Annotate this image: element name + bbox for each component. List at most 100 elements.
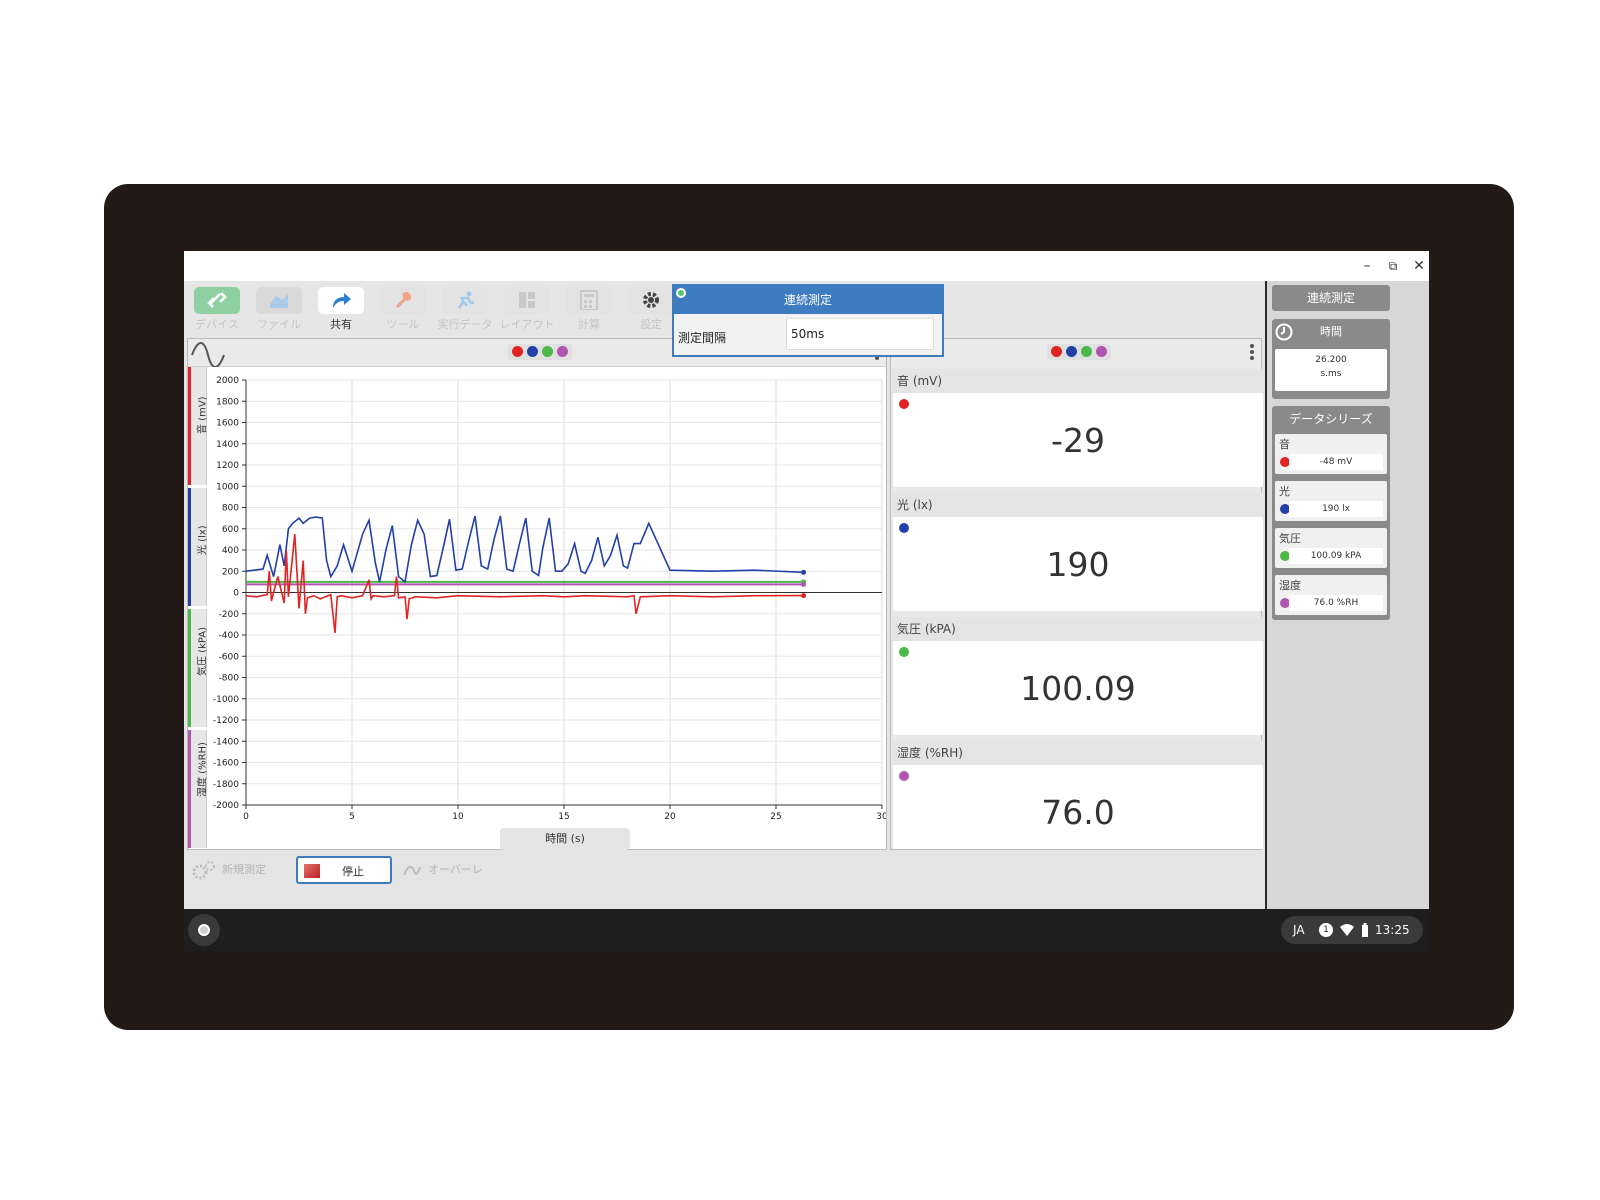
calc-tool-button[interactable]: 計算 [560, 287, 618, 335]
device-tool-label: デバイス [195, 318, 239, 331]
app-area: デバイス ファイル 共有 ツール 実行データ レイアウト 計算 設定 連続測定 … [184, 281, 1429, 909]
x-axis-label[interactable]: 時間 (s) [500, 828, 630, 850]
pressure-metric-title: 気圧 (kPA) [893, 617, 1263, 641]
layout-grid-icon [519, 292, 535, 308]
pressure-axis-tab[interactable]: 気圧 (kPA) [188, 609, 209, 727]
light-axis-label: 光 (lx) [197, 525, 209, 555]
pressure-dot-icon [899, 647, 909, 657]
y-tick-label: 1400 [216, 440, 239, 450]
light-series-dot [1066, 346, 1077, 357]
os-taskbar: JA 1 13:25 [184, 909, 1429, 951]
layout-tool-label: レイアウト [499, 318, 555, 331]
device-tool-button[interactable]: デバイス [188, 287, 246, 335]
pressure-metric-card: 気圧 (kPA) 100.09 [893, 617, 1263, 739]
series-item-pressure[interactable]: 気圧 100.09 kPA [1275, 528, 1387, 568]
runner-icon [457, 291, 475, 309]
y-tick-label: 1000 [216, 482, 239, 492]
series-color-dots[interactable] [508, 344, 572, 360]
share-arrow-icon [333, 293, 351, 308]
stop-icon [304, 864, 320, 878]
sound-metric-card: 音 (mV) -29 [893, 369, 1263, 491]
layout-tool-button[interactable]: レイアウト [498, 287, 556, 335]
light-axis-tab[interactable]: 光 (lx) [188, 488, 209, 606]
clock-time: 13:25 [1375, 923, 1410, 937]
humidity-axis-tab[interactable]: 湿度 (%RH) [188, 730, 209, 848]
series-end-point [801, 569, 807, 575]
series-item-humidity[interactable]: 湿度 76.0 %RH [1275, 575, 1387, 615]
series-name: 音 [1279, 438, 1290, 451]
metrics-color-dots[interactable] [1047, 344, 1111, 360]
overlay-icon [403, 865, 421, 876]
light-metric-value: 190 [1046, 545, 1110, 584]
humidity-axis-label: 湿度 (%RH) [197, 742, 209, 797]
series-end-point [801, 593, 807, 599]
line-chart[interactable]: 0 5 10 15 20 25 302000180016001400120010008006… [208, 368, 886, 850]
x-tick-label: 5 [349, 812, 355, 822]
series-value: -48 mV [1289, 454, 1383, 470]
series-line [245, 515, 804, 584]
y-tick-label: -1200 [213, 716, 239, 726]
status-dot-icon [676, 288, 686, 298]
file-tool-button[interactable]: ファイル [250, 287, 308, 335]
y-tick-label: -1400 [213, 737, 239, 747]
time-label: 時間 [1320, 325, 1342, 338]
wrench-icon [395, 291, 411, 309]
metrics-header [891, 339, 1261, 367]
data-series-box: データシリーズ 音 -48 mV 光 190 lx 気圧 100.09 kPA [1272, 406, 1390, 620]
y-tick-label: -600 [219, 652, 240, 662]
series-value: 76.0 %RH [1289, 595, 1383, 611]
close-button[interactable]: ✕ [1408, 255, 1429, 277]
y-tick-label: -2000 [213, 801, 239, 811]
link-icon [207, 292, 227, 308]
stop-button[interactable]: 停止 [296, 856, 392, 884]
continuous-mode-button[interactable]: 連続測定 [1272, 285, 1390, 311]
restore-button[interactable]: ⧉ [1382, 255, 1404, 277]
interval-label: 測定間隔 [678, 331, 727, 345]
humidity-dot-icon [899, 771, 909, 781]
series-value: 100.09 kPA [1289, 548, 1383, 564]
graph-panel: 音 (mV) 光 (lx) 気圧 (kPA) 湿度 (%RH) 0 5 10 15 20… [187, 338, 887, 850]
y-tick-label: 800 [222, 504, 239, 514]
series-name: 気圧 [1279, 532, 1301, 545]
y-tick-label: -800 [219, 674, 240, 684]
minimize-button[interactable]: – [1356, 255, 1378, 277]
new-measurement-button[interactable]: 新規測定 [190, 856, 286, 884]
data-series-header: データシリーズ [1289, 412, 1373, 426]
launcher-button[interactable] [188, 914, 220, 946]
series-item-sound[interactable]: 音 -48 mV [1275, 434, 1387, 474]
sine-wave-icon[interactable] [190, 341, 226, 367]
gear-icon [643, 292, 659, 308]
share-tool-button[interactable]: 共有 [312, 287, 370, 335]
y-tick-label: 0 [233, 589, 239, 599]
pressure-metric-value: 100.09 [1020, 669, 1136, 708]
x-tick-label: 30 [876, 812, 886, 822]
file-tool-label: ファイル [257, 318, 301, 331]
gears-icon [192, 861, 215, 880]
run-data-tool-button[interactable]: 実行データ [436, 287, 494, 335]
light-metric-card: 光 (lx) 190 [893, 493, 1263, 615]
popup-title: 連続測定 [674, 286, 942, 314]
y-tick-label: -200 [219, 610, 240, 620]
overlay-button[interactable]: オーバーレ [398, 856, 494, 884]
humidity-metric-card: 湿度 (%RH) 76.0 [893, 741, 1263, 849]
status-tray[interactable]: JA 1 13:25 [1281, 916, 1423, 944]
humidity-metric-value: 76.0 [1041, 793, 1115, 832]
metrics-menu-icon[interactable] [1249, 343, 1255, 363]
sound-series-dot [512, 346, 523, 357]
time-readout: 26.200 s.ms [1275, 349, 1387, 391]
sound-series-dot [1051, 346, 1062, 357]
y-tick-label: -1000 [213, 695, 239, 705]
battery-icon [1362, 923, 1368, 937]
tools-tool-label: ツール [386, 318, 420, 331]
y-tick-label: -1800 [213, 780, 239, 790]
sound-metric-value: -29 [1051, 421, 1105, 460]
y-tick-label: 2000 [216, 376, 239, 386]
series-item-light[interactable]: 光 190 lx [1275, 481, 1387, 521]
interval-input[interactable]: 50ms [786, 318, 934, 350]
series-name: 湿度 [1279, 579, 1301, 592]
series-end-point [801, 581, 807, 587]
x-tick-label: 25 [770, 812, 781, 822]
sound-axis-tab[interactable]: 音 (mV) [188, 367, 209, 485]
sound-metric-title: 音 (mV) [893, 369, 1263, 393]
tools-tool-button[interactable]: ツール [374, 287, 432, 335]
